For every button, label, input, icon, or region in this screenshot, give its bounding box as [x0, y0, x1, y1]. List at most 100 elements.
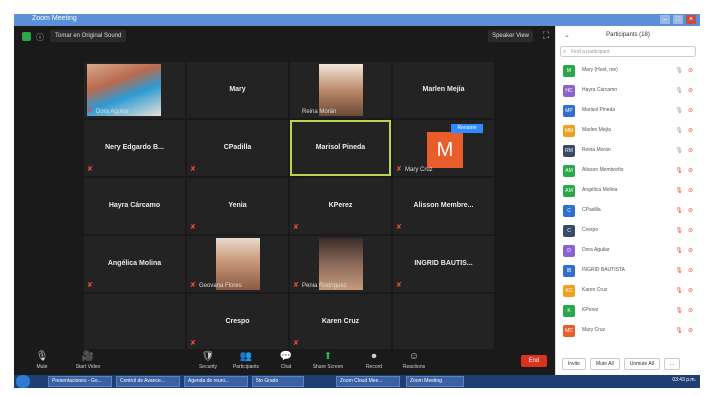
- participant-row[interactable]: C Crespo 🎙 ⊘: [556, 222, 701, 242]
- avatar: MP: [563, 105, 575, 117]
- video-tile[interactable]: [393, 294, 494, 350]
- video-tile[interactable]: Marlen Mejía: [393, 62, 494, 118]
- shield-icon[interactable]: [22, 32, 31, 41]
- video-tile[interactable]: Yenia ✘: [187, 178, 288, 234]
- microphone-icon[interactable]: 🎙: [675, 247, 683, 254]
- taskbar-item[interactable]: 5to Grado: [252, 376, 304, 387]
- participant-row[interactable]: D Dora Aguilar 🎙 ⊘: [556, 242, 701, 262]
- footer-button[interactable]: Invite: [562, 358, 586, 370]
- end-meeting-button[interactable]: End: [521, 355, 547, 367]
- participant-row[interactable]: AM Alisson Membreño 🎙 ⊘: [556, 162, 701, 182]
- video-tile[interactable]: Hayra Cárcamo: [84, 178, 185, 234]
- chat-button[interactable]: 💬 Chat: [266, 351, 306, 370]
- microphone-icon[interactable]: 🎙: [675, 287, 683, 294]
- rename-button[interactable]: Rename: [451, 124, 483, 133]
- taskbar-item[interactable]: Presentaciones - Go...: [48, 376, 112, 387]
- record-button[interactable]: ⏺ Record: [354, 351, 394, 370]
- video-off-icon[interactable]: ⊘: [688, 67, 693, 74]
- close-button[interactable]: ×: [686, 15, 696, 24]
- video-tile[interactable]: ✘ Penia Rodríguez: [290, 236, 391, 292]
- video-tile[interactable]: Karen Cruz ✘: [290, 294, 391, 350]
- microphone-icon[interactable]: 🎙: [675, 227, 683, 234]
- speaker-view-button[interactable]: Speaker View: [488, 30, 533, 42]
- participant-row[interactable]: K KPerez 🎙 ⊘: [556, 302, 701, 322]
- security-button[interactable]: 🛡 Security: [188, 351, 228, 370]
- video-off-icon[interactable]: ⊘: [688, 267, 693, 274]
- video-tile[interactable]: INGRID BAUTIS... ✘: [393, 236, 494, 292]
- participant-row[interactable]: MM Marlen Mejía 🎙 ⊘: [556, 122, 701, 142]
- participant-row[interactable]: MC Mary Cruz 🎙 ⊘: [556, 322, 701, 342]
- taskbar-item[interactable]: Zoom Meeting: [406, 376, 464, 387]
- participant-search-input[interactable]: ⌕ Find a participant: [560, 46, 696, 57]
- video-off-icon[interactable]: ⊘: [688, 327, 693, 334]
- video-tile[interactable]: CPadilla ✘: [187, 120, 288, 176]
- microphone-icon[interactable]: 🎙: [675, 87, 683, 94]
- participant-name: Nery Edgardo B...: [105, 144, 164, 151]
- video-off-icon[interactable]: ⊘: [688, 147, 693, 154]
- start-button[interactable]: [16, 375, 30, 388]
- microphone-icon[interactable]: 🎙: [675, 327, 683, 334]
- mic-muted-icon: ✘: [87, 166, 93, 173]
- microphone-icon[interactable]: 🎙: [675, 147, 683, 154]
- video-tile[interactable]: Nery Edgardo B... ✘: [84, 120, 185, 176]
- video-tile[interactable]: Crespo ✘: [187, 294, 288, 350]
- video-tile[interactable]: KPerez ✘: [290, 178, 391, 234]
- microphone-icon[interactable]: 🎙: [675, 67, 683, 74]
- mute-button[interactable]: 🎙 Mute: [22, 351, 62, 370]
- video-tile[interactable]: Angélica Molina ✘: [84, 236, 185, 292]
- participant-row[interactable]: MP Marisol Pineda 🎙 ⊘: [556, 102, 701, 122]
- video-off-icon[interactable]: ⊘: [688, 87, 693, 94]
- taskbar-item[interactable]: Agenda de reuni...: [184, 376, 248, 387]
- video-tile[interactable]: Alisson Membre... ✘: [393, 178, 494, 234]
- video-off-icon[interactable]: ⊘: [688, 107, 693, 114]
- chat-icon: 💬: [279, 351, 293, 362]
- video-off-icon[interactable]: ⊘: [688, 307, 693, 314]
- microphone-icon[interactable]: 🎙: [675, 107, 683, 114]
- taskbar-item[interactable]: Zoom Cloud Mee...: [336, 376, 400, 387]
- microphone-icon[interactable]: 🎙: [675, 167, 683, 174]
- info-icon[interactable]: ⓘ: [36, 32, 44, 43]
- reactions-button[interactable]: ☺ Reactions: [394, 351, 434, 370]
- video-tile[interactable]: Mary: [187, 62, 288, 118]
- avatar: KC: [563, 285, 575, 297]
- video-off-icon[interactable]: ⊘: [688, 207, 693, 214]
- footer-button[interactable]: Mute All: [589, 358, 620, 370]
- participant-caption: Penia Rodríguez: [302, 283, 347, 289]
- minimize-button[interactable]: –: [660, 15, 670, 24]
- video-tile[interactable]: M Rename ✘ Mary Cruz: [393, 120, 494, 176]
- video-off-icon[interactable]: ⊘: [688, 227, 693, 234]
- video-tile[interactable]: Marisol Pineda: [290, 120, 391, 176]
- microphone-icon[interactable]: 🎙: [675, 187, 683, 194]
- microphone-icon[interactable]: 🎙: [675, 127, 683, 134]
- video-off-icon[interactable]: ⊘: [688, 127, 693, 134]
- participant-row[interactable]: KC Karen Cruz 🎙 ⊘: [556, 282, 701, 302]
- participant-row[interactable]: IB INGRID BAUTISTA 🎙 ⊘: [556, 262, 701, 282]
- microphone-icon[interactable]: 🎙: [675, 267, 683, 274]
- fullscreen-icon[interactable]: ⛶: [543, 30, 549, 41]
- participant-row[interactable]: RM Reina Morán 🎙 ⊘: [556, 142, 701, 162]
- video-off-icon[interactable]: ⊘: [688, 167, 693, 174]
- avatar: D: [563, 245, 575, 257]
- video-tile[interactable]: Reina Morán: [290, 62, 391, 118]
- video-tile[interactable]: ✘ Dora Aguilar: [84, 62, 185, 118]
- video-button[interactable]: 🎥 Start Video: [68, 351, 108, 370]
- video-off-icon[interactable]: ⊘: [688, 187, 693, 194]
- video-tile[interactable]: ✘ Geovana Flores: [187, 236, 288, 292]
- participant-name: Mary Cruz: [582, 327, 606, 333]
- video-tile[interactable]: [84, 294, 185, 350]
- microphone-icon[interactable]: 🎙: [675, 307, 683, 314]
- share-button[interactable]: ⬆ Share Screen: [308, 351, 348, 370]
- maximize-button[interactable]: □: [673, 15, 683, 24]
- participant-row[interactable]: M Mary (Host, me) 🎙 ⊘: [556, 62, 701, 82]
- footer-button[interactable]: ...: [663, 358, 681, 370]
- taskbar-item[interactable]: Control de Avance...: [116, 376, 180, 387]
- participants-button[interactable]: 👥 Participants: [226, 351, 266, 370]
- video-off-icon[interactable]: ⊘: [688, 287, 693, 294]
- footer-button[interactable]: Unmute All: [623, 358, 660, 370]
- original-sound-toggle[interactable]: Tomar en Original Sound: [50, 30, 127, 42]
- microphone-icon[interactable]: 🎙: [675, 207, 683, 214]
- participant-row[interactable]: AM Angélica Molina 🎙 ⊘: [556, 182, 701, 202]
- participant-row[interactable]: HC Hayra Cárcamo 🎙 ⊘: [556, 82, 701, 102]
- participant-row[interactable]: C CPadilla 🎙 ⊘: [556, 202, 701, 222]
- video-off-icon[interactable]: ⊘: [688, 247, 693, 254]
